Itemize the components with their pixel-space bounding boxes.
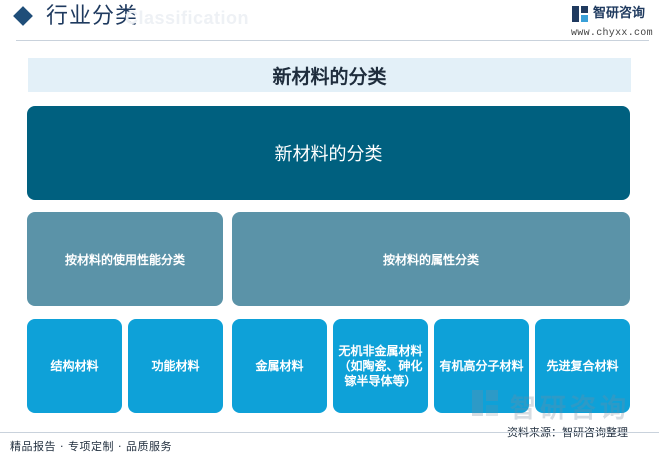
company-logo-icon <box>572 6 588 22</box>
category-node-label: 按材料的属性分类 <box>382 252 479 267</box>
leaf-node-label: 功能材料 <box>151 358 200 373</box>
root-node-label: 新材料的分类 <box>274 144 383 165</box>
diagram-title: 新材料的分类 <box>28 58 631 92</box>
leaf-node-label: 结构材料 <box>50 358 99 373</box>
company-logo-name: 智研咨询 <box>593 6 646 21</box>
page-title-english: Classification <box>125 8 250 28</box>
company-url: www.chyxx.com <box>571 28 653 39</box>
header-diamond-icon <box>13 6 33 26</box>
category-node-label: 按材料的使用性能分类 <box>64 252 185 267</box>
footer-tagline: 精品报告 · 专项定制 · 品质服务 <box>10 440 172 453</box>
leaf-node-structural: 结构材料 <box>27 319 122 413</box>
leaf-node-label: 无机非金属材料（如陶瓷、砷化镓半导体等） <box>338 343 423 388</box>
leaf-node-label: 先进复合材料 <box>546 358 619 373</box>
leaf-node-inorganic: 无机非金属材料（如陶瓷、砷化镓半导体等） <box>333 319 428 413</box>
leaf-node-functional: 功能材料 <box>128 319 223 413</box>
root-node: 新材料的分类 <box>27 106 630 200</box>
leaf-node-label: 有机高分子材料 <box>439 358 524 373</box>
leaf-node-label: 金属材料 <box>255 358 304 373</box>
category-node-performance: 按材料的使用性能分类 <box>27 212 223 306</box>
leaf-node-metal: 金属材料 <box>232 319 327 413</box>
watermark-logo-icon <box>472 390 498 416</box>
header-divider <box>16 40 649 41</box>
watermark-text: 智研咨询 <box>510 394 631 424</box>
footer-divider <box>0 432 659 433</box>
category-node-attribute: 按材料的属性分类 <box>232 212 630 306</box>
